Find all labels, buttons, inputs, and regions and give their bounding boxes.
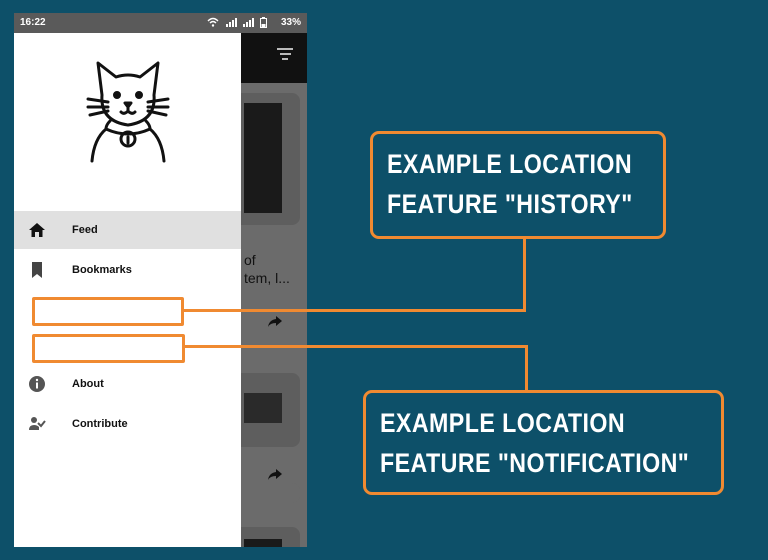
card-thumbnail xyxy=(244,393,282,423)
history-connector xyxy=(184,309,526,312)
drawer-item-label: Feed xyxy=(72,224,98,236)
info-icon xyxy=(29,376,45,392)
status-time: 16:22 xyxy=(20,17,46,28)
bookmark-icon xyxy=(32,262,42,278)
drawer-item-label: Contribute xyxy=(72,418,128,430)
notification-connector xyxy=(525,345,528,391)
callout-line: FEATURE "HISTORY" xyxy=(387,189,633,219)
contribute-icon xyxy=(29,417,46,430)
callout-line: EXAMPLE LOCATION xyxy=(387,149,633,179)
wifi-icon xyxy=(207,17,219,27)
drawer-item-contribute[interactable]: Contribute xyxy=(14,405,241,443)
card-title: of tem, l... xyxy=(244,252,290,286)
phone-screen: 16:22 33% of tem, l... Feed Bookmarks Ab… xyxy=(14,13,307,547)
notification-connector xyxy=(185,345,528,348)
drawer-item-about[interactable]: About xyxy=(14,365,241,403)
card-thumbnail xyxy=(244,539,282,547)
callout-line: FEATURE "NOTIFICATION" xyxy=(380,448,690,478)
signal-icon xyxy=(243,18,254,27)
callout-line: EXAMPLE LOCATION xyxy=(380,408,626,438)
navigation-drawer: Feed Bookmarks About Contribute xyxy=(14,33,241,547)
app-bar xyxy=(241,33,307,83)
status-bar: 16:22 33% xyxy=(14,13,307,33)
history-location-box xyxy=(32,297,184,326)
share-icon[interactable] xyxy=(267,469,283,481)
notification-callout: EXAMPLE LOCATION FEATURE "NOTIFICATION" xyxy=(363,390,724,495)
notification-location-box xyxy=(32,334,185,363)
drawer-item-label: Bookmarks xyxy=(72,264,132,276)
filter-icon[interactable] xyxy=(276,48,294,62)
history-callout: EXAMPLE LOCATION FEATURE "HISTORY" xyxy=(370,131,666,239)
home-icon xyxy=(29,223,45,237)
drawer-item-bookmarks[interactable]: Bookmarks xyxy=(14,251,241,289)
history-connector xyxy=(523,238,526,312)
share-icon[interactable] xyxy=(267,316,283,328)
drawer-item-label: About xyxy=(72,378,104,390)
card-thumbnail xyxy=(244,103,282,213)
cat-logo-icon xyxy=(86,61,170,163)
battery-level: 33% xyxy=(280,17,301,28)
battery-icon xyxy=(260,17,267,28)
drawer-item-feed[interactable]: Feed xyxy=(14,211,241,249)
signal-icon xyxy=(226,18,237,27)
